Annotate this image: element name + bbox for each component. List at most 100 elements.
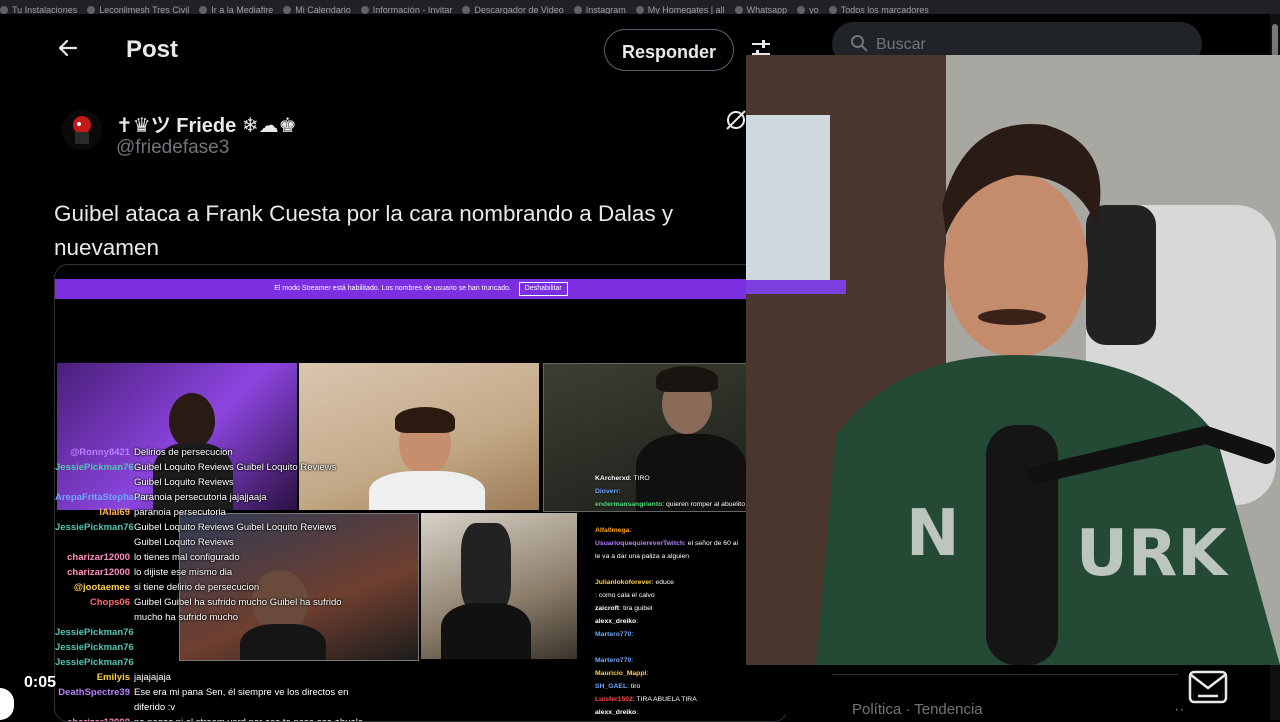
chat-text: le va a dar una paliza a alguien <box>595 553 690 560</box>
chat-username: UsuarioquequiereverTwitch <box>595 540 685 547</box>
bookmark-item[interactable]: My Homegates | all <box>635 5 725 14</box>
trend-item[interactable]: Política · Tendencia ··· <box>832 674 1232 721</box>
bookmark-item[interactable]: yo <box>797 5 819 14</box>
chat-message: @Ronny8421 Delirios de persecucion <box>55 445 385 460</box>
bookmark-favicon-icon <box>828 6 837 14</box>
bookmark-item[interactable]: Instagram <box>573 5 626 14</box>
post-video[interactable]: El modo Streamer está habilitado. Los no… <box>54 264 788 722</box>
chat-message: JessiePickman76 <box>55 655 385 670</box>
chat-text: : quieren romper al abuelito <box>662 501 745 508</box>
video-tile-5 <box>421 513 577 659</box>
bookmark-item[interactable]: Descargador de Video <box>462 5 564 14</box>
chat-username: charizar12000 <box>55 715 130 721</box>
streamer-banner-text: El modo Streamer está habilitado. Los no… <box>274 285 511 292</box>
chat-text: Guibel Loquito Reviews Guibel Loquito Re… <box>134 462 337 473</box>
bookmark-label: Whatsapp <box>746 5 788 14</box>
chat-message: charizar12000 lo tienes mal configurado <box>55 550 385 565</box>
chat-username: KArcherxd <box>595 475 630 482</box>
chat-text: : <box>636 618 639 625</box>
messages-button[interactable] <box>1178 662 1238 714</box>
bookmark-item[interactable]: Whatsapp <box>734 5 788 14</box>
chat-message: alexx_dreiko: <box>595 707 787 719</box>
chat-username: Alfa0mega <box>595 527 630 534</box>
chat-text: : <box>629 527 632 534</box>
author-username[interactable]: @friedefase3 <box>116 137 229 159</box>
chat-message: JessiePickman76 <box>55 640 385 655</box>
bookmark-label: Tu Instalaciones <box>12 5 78 14</box>
chat-message: diferido :v <box>55 700 385 715</box>
chat-message: Luisfer1502: TIRA ABUELA TIRA <box>595 694 787 706</box>
video-timestamp: 0:05 <box>24 674 57 691</box>
chat-text: : <box>631 631 634 638</box>
chat-username: alexx_dreiko <box>595 709 637 716</box>
chat-message: Chops06 Guibel Guibel ha sufrido mucho Gu… <box>55 595 385 610</box>
chat-text: Guibel Loquito Reviews Guibel Loquito Re… <box>134 522 337 533</box>
chat-username: zaicroft <box>595 605 620 612</box>
bookmark-favicon-icon <box>734 6 743 14</box>
streamer-webcam-image: N URK <box>746 55 1280 665</box>
bookmark-favicon-icon <box>635 6 644 14</box>
chat-message: charizar12000no pagas ni el stream yard … <box>55 715 385 721</box>
bookmark-favicon-icon <box>573 6 582 14</box>
chat-username: lAlai69 <box>99 507 130 518</box>
chat-username: @jootaemee <box>73 582 130 593</box>
chat-username: charizar12000 <box>67 567 130 578</box>
avatar[interactable] <box>62 110 102 150</box>
chat-username: Julianlokoforever <box>595 579 652 586</box>
grok-icon[interactable] <box>724 108 748 132</box>
chat-username: Emilyis <box>96 672 130 683</box>
bookmark-favicon-icon <box>87 6 96 14</box>
chat-message: Guibel Loquito Reviews <box>55 475 385 490</box>
bookmark-favicon-icon <box>797 6 806 14</box>
chat-text: paranoia persecutoria <box>134 507 226 518</box>
bookmark-label: Todos los marcadores <box>840 5 929 14</box>
bookmark-item[interactable]: Mi Calendario <box>283 5 351 14</box>
bookmark-favicon-icon <box>283 6 292 14</box>
chat-username: alexx_dreiko <box>595 618 637 625</box>
chat-message: DeathSpectre39 Ese era mi pana Sen, él si… <box>55 685 385 700</box>
chat-text: : tiro <box>627 683 641 690</box>
page-title: Post <box>126 36 179 63</box>
post-header: Post Responder <box>36 14 786 86</box>
author-display-name[interactable]: ✝♛ツ Friede ❄☁♚ <box>116 109 297 138</box>
chat-text: Guibel Loquito Reviews <box>134 537 234 548</box>
bookmark-item[interactable]: Información - Invitar <box>360 5 452 14</box>
search-icon <box>851 35 868 52</box>
chat-username: Martero770 <box>595 657 632 664</box>
chat-text: Guibel Loquito Reviews <box>134 477 234 488</box>
chat-text: Delirios de persecucion <box>134 447 233 458</box>
chat-message: mucho ha sufrido mucho <box>55 610 385 625</box>
left-nav-rail <box>0 14 37 720</box>
back-arrow-icon[interactable] <box>56 36 80 60</box>
bookmark-favicon-icon <box>360 6 369 14</box>
svg-text:URK: URK <box>1076 517 1229 591</box>
chat-message: Mauricio_Mappi: <box>595 668 787 680</box>
chat-message: Guibel Loquito Reviews <box>55 535 385 550</box>
bookmark-item[interactable]: Ir a la Mediafire <box>199 5 273 14</box>
chat-text: Guibel Guibel ha sufrido mucho Guibel ha… <box>134 597 342 608</box>
chat-text: lo dijiste ese mismo dia <box>134 567 233 578</box>
webcam-overlay: N URK <box>746 55 1280 665</box>
reply-button[interactable]: Responder <box>604 29 734 71</box>
chat-text: : el señor de 60 ai <box>684 540 739 547</box>
stream-chat-left: @Ronny8421 Delirios de persecucion JessieP… <box>55 445 385 721</box>
bookmark-item[interactable]: Todos los marcadores <box>828 5 929 14</box>
svg-text:N: N <box>906 497 960 571</box>
chat-text: Ese era mi pana Sen, él siempre ve los d… <box>134 687 349 698</box>
bookmark-label: My Homegates | all <box>647 5 725 14</box>
chat-text: diferido :v <box>134 702 176 713</box>
bookmark-label: Mi Calendario <box>295 5 351 14</box>
trend-category: Política · Tendencia <box>852 701 983 718</box>
bookmark-label: Leconlimesh Tres Civil <box>99 5 190 14</box>
chat-message: ArepaFritaStephaniaParanoia persecutoria… <box>55 490 385 505</box>
chat-message: JessiePickman76Guibel Loquito Reviews Gu… <box>55 520 385 535</box>
chat-username: endermansangriento <box>595 501 663 508</box>
chat-message: JessiePickman76 <box>55 625 385 640</box>
bookmark-item[interactable]: Leconlimesh Tres Civil <box>87 5 189 14</box>
chat-username: Dioverr <box>595 488 619 495</box>
chat-username: JessiePickman76 <box>55 522 134 533</box>
chat-text: : TIRO <box>629 475 650 482</box>
chat-username: Luisfer1502 <box>595 696 633 703</box>
bookmark-item[interactable]: Tu Instalaciones <box>0 5 77 14</box>
chat-text: jajajajaja <box>134 672 171 683</box>
